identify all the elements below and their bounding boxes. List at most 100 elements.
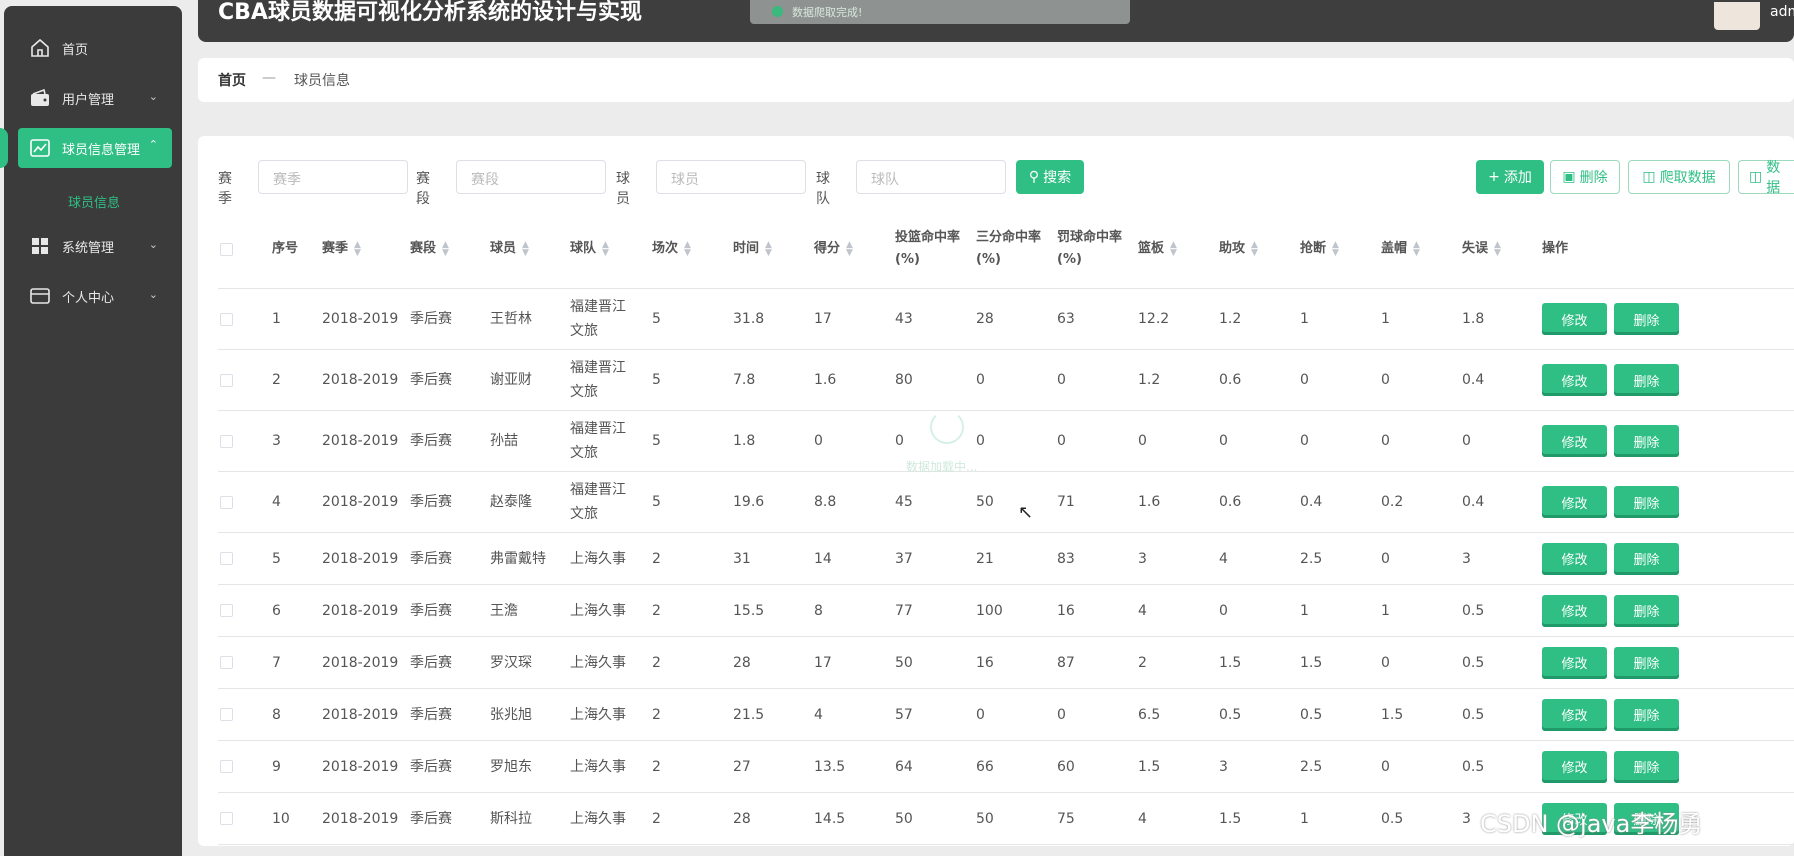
table-cell: 2018-2019: [322, 494, 399, 510]
sidebar-item-system[interactable]: 系统管理 ⌄: [18, 226, 172, 266]
sidebar-item-profile[interactable]: 个人中心 ⌄: [18, 276, 172, 316]
sidebar-item-player-info[interactable]: 球员信息管理 ⌃: [18, 128, 172, 168]
table-cell: 7.8: [733, 372, 756, 388]
row-checkbox[interactable]: [220, 637, 233, 688]
table-cell: 1: [1300, 602, 1309, 619]
table-cell: 2: [652, 810, 661, 827]
select-all-checkbox[interactable]: [220, 210, 233, 288]
column-header[interactable]: 场次 ▲ ▼: [652, 210, 691, 288]
table-cell: 60: [1057, 758, 1075, 775]
table-cell: 斯科拉: [490, 810, 532, 827]
table-cell: 2018-2019: [322, 550, 399, 567]
table-cell: 1: [1381, 602, 1390, 619]
column-header[interactable]: 得分 ▲ ▼: [814, 210, 853, 288]
table-cell: 2018-2019: [322, 311, 399, 327]
table-cell: 19.6: [733, 494, 765, 510]
row-delete-button[interactable]: 删除: [1614, 646, 1679, 679]
row-checkbox[interactable]: [220, 689, 233, 740]
edit-button[interactable]: 修改: [1542, 542, 1607, 575]
edit-button[interactable]: 修改: [1542, 698, 1607, 731]
player-input[interactable]: 球员: [656, 160, 806, 194]
row-delete-button[interactable]: 删除: [1614, 364, 1679, 396]
column-header[interactable]: 赛段 ▲ ▼: [410, 210, 449, 288]
table-row: 5 2018-2019 季后赛 弗雷戴特 上海久事 2 31 14 37 21 83 3 4 2.5 0 3 修…: [218, 533, 1794, 585]
table-cell: 7: [272, 654, 281, 671]
table-cell: 45: [895, 494, 913, 510]
table-cell: 2.5: [1300, 550, 1323, 567]
row-checkbox[interactable]: [220, 472, 233, 532]
table-cell: 16: [1057, 602, 1075, 619]
data-button[interactable]: ◫ 数据: [1738, 160, 1794, 196]
column-header[interactable]: 篮板 ▲ ▼: [1138, 210, 1177, 288]
row-checkbox[interactable]: [220, 411, 233, 471]
sidebar-item-users[interactable]: 用户管理 ⌄: [18, 78, 172, 118]
table-cell: 1.5: [1219, 654, 1242, 671]
edit-button[interactable]: 修改: [1542, 425, 1607, 457]
column-header[interactable]: 三分命中率(%): [976, 210, 1050, 288]
column-header[interactable]: 球员 ▲ ▼: [490, 210, 529, 288]
active-indicator: [0, 128, 8, 168]
table-cell: 弗雷戴特: [490, 550, 546, 567]
table-cell: 77: [895, 602, 913, 619]
table-cell: 6.5: [1138, 706, 1161, 723]
row-checkbox[interactable]: [220, 585, 233, 636]
column-header[interactable]: 时间 ▲ ▼: [733, 210, 772, 288]
column-header[interactable]: 抢断 ▲ ▼: [1300, 210, 1339, 288]
row-delete-button[interactable]: 删除: [1614, 303, 1679, 335]
column-header[interactable]: 失误 ▲ ▼: [1462, 210, 1501, 288]
add-button[interactable]: + 添加: [1476, 160, 1544, 194]
column-header[interactable]: 投篮命中率(%): [895, 210, 969, 288]
table-cell: 4: [1138, 602, 1147, 619]
row-checkbox[interactable]: [220, 741, 233, 792]
user-name[interactable]: admin: [1770, 4, 1794, 20]
table-cell: 0: [1381, 758, 1390, 775]
search-button[interactable]: ⚲ 搜索: [1016, 160, 1084, 194]
table-cell: 上海久事: [570, 550, 626, 567]
row-checkbox[interactable]: [220, 350, 233, 410]
row-delete-button[interactable]: 删除: [1614, 486, 1679, 518]
table-cell: 4: [272, 494, 281, 510]
table-cell: 63: [1057, 311, 1075, 327]
row-delete-button[interactable]: 删除: [1614, 698, 1679, 731]
avatar[interactable]: [1714, 2, 1760, 30]
sidebar-subitem-player-info[interactable]: 球员信息: [68, 192, 120, 211]
team-input[interactable]: 球队: [856, 160, 1006, 194]
row-checkbox[interactable]: [220, 289, 233, 349]
table-cell: 0.6: [1219, 372, 1242, 388]
row-checkbox[interactable]: [220, 533, 233, 584]
row-checkbox[interactable]: [220, 793, 233, 844]
edit-button[interactable]: 修改: [1542, 303, 1607, 335]
table-cell: 2: [652, 654, 661, 671]
row-delete-button[interactable]: 删除: [1614, 594, 1679, 627]
edit-button[interactable]: 修改: [1542, 486, 1607, 518]
column-header[interactable]: 赛季 ▲ ▼: [322, 210, 361, 288]
row-delete-button[interactable]: 删除: [1614, 750, 1679, 783]
edit-button[interactable]: 修改: [1542, 750, 1607, 783]
edit-button[interactable]: 修改: [1542, 364, 1607, 396]
table-cell: 王澹: [490, 602, 518, 619]
table-cell: 2018-2019: [322, 654, 399, 671]
table-cell: 75: [1057, 810, 1075, 827]
column-header[interactable]: 助攻 ▲ ▼: [1219, 210, 1258, 288]
row-delete-button[interactable]: 删除: [1614, 542, 1679, 575]
table-cell: 0: [1381, 550, 1390, 567]
table-cell: 0: [1057, 372, 1066, 388]
breadcrumb-home[interactable]: 首页: [218, 70, 246, 90]
row-delete-button[interactable]: 删除: [1614, 425, 1679, 457]
column-header[interactable]: 罚球命中率(%): [1057, 210, 1131, 288]
table-cell: 17: [814, 311, 832, 327]
home-icon: [28, 37, 52, 59]
success-icon: [772, 6, 783, 17]
sidebar-item-home[interactable]: 首页: [18, 28, 172, 68]
delete-button[interactable]: ▣ 删除: [1550, 160, 1620, 194]
table-cell: 0: [1219, 433, 1228, 449]
edit-button[interactable]: 修改: [1542, 594, 1607, 627]
crawl-data-button[interactable]: ◫ 爬取数据: [1628, 160, 1730, 194]
season-input[interactable]: 赛季: [258, 160, 408, 194]
column-header[interactable]: 盖帽 ▲ ▼: [1381, 210, 1420, 288]
table-cell: 1.6: [814, 372, 837, 388]
column-header[interactable]: 球队 ▲ ▼: [570, 210, 609, 288]
edit-button[interactable]: 修改: [1542, 646, 1607, 679]
stage-input[interactable]: 赛段: [456, 160, 606, 194]
table-cell: 上海久事: [570, 810, 626, 827]
